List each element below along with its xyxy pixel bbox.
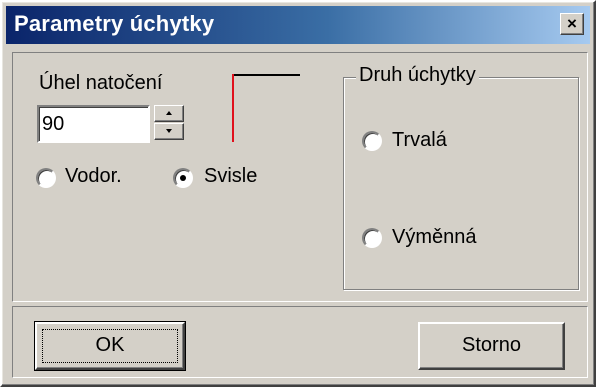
radio-permanent[interactable] (362, 131, 382, 151)
angle-label: Úhel natočení (39, 72, 163, 94)
cancel-button-label: Storno (462, 334, 521, 356)
radio-permanent-label[interactable]: Trvalá (392, 129, 447, 152)
radio-replaceable[interactable] (362, 228, 382, 248)
handle-type-group (343, 77, 579, 290)
close-icon: × (567, 14, 577, 33)
cancel-button[interactable]: Storno (418, 322, 565, 370)
focus-rectangle (42, 329, 178, 363)
close-button[interactable]: × (560, 13, 584, 35)
radio-vertical[interactable] (173, 168, 193, 188)
radio-horizontal[interactable] (36, 168, 56, 188)
angle-spin-down-button[interactable] (154, 123, 184, 140)
ok-button[interactable]: OK (34, 321, 186, 371)
radio-replaceable-label[interactable]: Výměnná (392, 226, 477, 249)
window-title: Parametry úchytky (14, 11, 215, 36)
angle-spin-up-button[interactable] (154, 105, 184, 122)
arrow-down-icon (166, 129, 172, 133)
orientation-preview (232, 74, 300, 142)
radio-vertical-label[interactable]: Svisle (204, 165, 257, 188)
angle-input[interactable]: 90 (37, 105, 150, 143)
dialog-window: Parametry úchytky × Úhel natočení 90 Vod… (0, 0, 596, 387)
radio-horizontal-label[interactable]: Vodor. (65, 165, 122, 188)
title-bar[interactable]: Parametry úchytky × (6, 6, 590, 44)
handle-type-group-label: Druh úchytky (356, 64, 479, 87)
arrow-up-icon (166, 111, 172, 115)
